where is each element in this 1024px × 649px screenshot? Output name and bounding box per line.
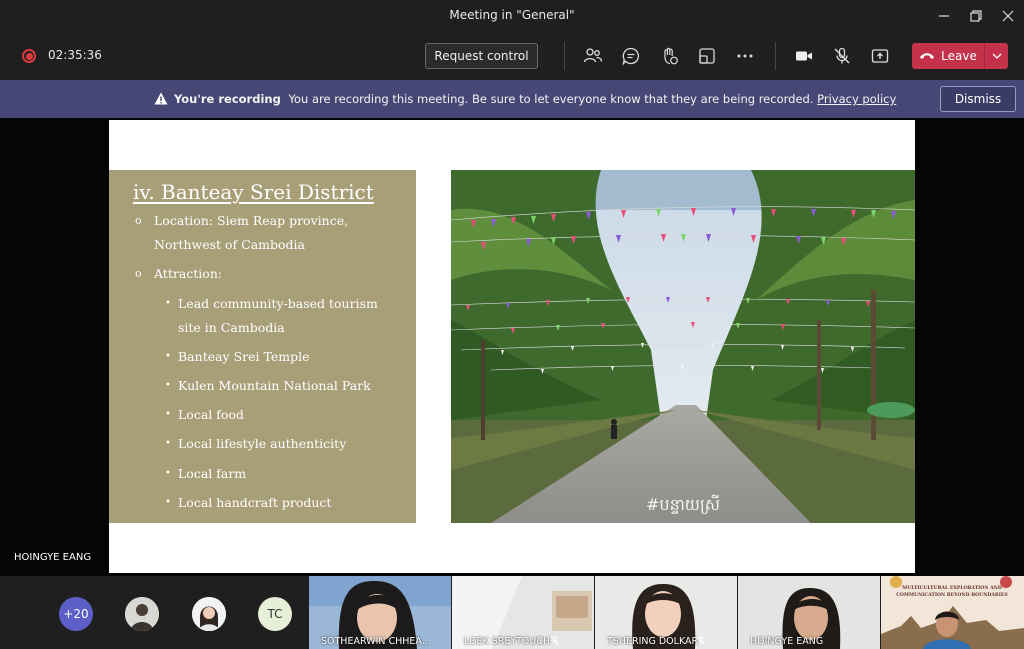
reactions-button[interactable] [657, 44, 681, 68]
participants-button[interactable] [581, 44, 605, 68]
leave-options-dropdown[interactable] [984, 43, 1008, 69]
participant-video-tile[interactable]: LOEK SREYTOUCH [452, 576, 594, 649]
dismiss-button[interactable]: Dismiss [940, 86, 1016, 112]
slide-sub-bullet: • Local food [165, 407, 244, 422]
slide-sub-bullet: • Local handcraft product [165, 495, 332, 510]
leave-meeting-button[interactable]: Leave [912, 43, 1008, 69]
participant-avatar[interactable] [125, 597, 159, 631]
camera-icon [796, 51, 812, 61]
meeting-timer: 02:35:36 [48, 48, 102, 62]
recording-indicator-icon [22, 49, 36, 63]
share-screen-button[interactable] [868, 44, 892, 68]
chat-button[interactable] [619, 44, 643, 68]
microphone-button[interactable] [830, 44, 854, 68]
participant-name: LOEK SREYTOUCH [464, 636, 551, 647]
share-screen-icon [871, 49, 889, 63]
road-photo-illustration: #បន្ទាយស្រី [451, 170, 915, 523]
recording-heading: You're recording [174, 92, 281, 106]
overflow-participants-button[interactable]: +20 [59, 597, 93, 631]
participant-video-icon: MULTICULTURAL EXPLORATION AND COMMUNICAT… [881, 576, 1024, 649]
participant-video-tile-with-background[interactable]: MULTICULTURAL EXPLORATION AND COMMUNICAT… [881, 576, 1024, 649]
slide-sub-bullet: • Kulen Mountain National Park [165, 378, 371, 393]
participant-video-tile[interactable]: TSHERING DOLKAR [595, 576, 737, 649]
presentation-slide: iv. Banteay Srei District o Location: Si… [109, 120, 915, 573]
toolbar-divider [564, 42, 565, 70]
participant-name: SOTHEARWIN CHHEA... [321, 636, 431, 647]
participant-gallery: +20 TC SOTHEARWIN CHHEA... LOEK SREYTOUC… [0, 576, 1024, 649]
participant-name: TSHERING DOLKAR [607, 636, 699, 647]
presenter-name-label: HOINGYE EANG [14, 552, 92, 563]
mic-off-icon [834, 47, 850, 64]
minimize-button[interactable] [932, 5, 956, 27]
slide-photo-road-with-flags: #បន្ទាយស្រី [451, 170, 915, 523]
people-icon [583, 48, 603, 63]
slide-bullet: o Location: Siem Reap province, Northwes… [135, 213, 349, 252]
slide-sub-bullet: • Lead community-based tourism site in C… [165, 296, 378, 335]
privacy-policy-link[interactable]: Privacy policy [817, 92, 896, 106]
photo-hashtag: #បន្ទាយស្រី [646, 494, 720, 514]
participant-name: HOINGYE EANG [750, 636, 824, 647]
recording-text: You are recording this meeting. Be sure … [288, 92, 814, 106]
participant-avatar[interactable] [192, 597, 226, 631]
mic-off-icon [550, 636, 560, 646]
close-button[interactable] [996, 5, 1020, 27]
window-title-bar: Meeting in "General" [0, 0, 1024, 32]
slide-sub-bullet: • Banteay Srei Temple [165, 349, 310, 364]
slide-text-panel: iv. Banteay Srei District o Location: Si… [109, 170, 416, 523]
phone-hangup-icon [920, 53, 935, 59]
raise-hand-icon [664, 47, 678, 65]
camera-button[interactable] [792, 44, 816, 68]
more-icon [737, 54, 753, 58]
shared-content-stage: iv. Banteay Srei District o Location: Si… [0, 118, 1024, 576]
minimize-icon [939, 15, 949, 17]
request-control-button[interactable]: Request control [425, 43, 538, 69]
avatar-photo-icon [125, 597, 159, 631]
toolbar-divider [775, 42, 776, 70]
restore-icon [970, 10, 982, 22]
background-banner-line2: COMMUNICATION BEYOND BOUNDARIES [896, 592, 1008, 598]
window-title: Meeting in "General" [449, 8, 575, 22]
recording-message: You're recording You are recording this … [174, 92, 896, 106]
meeting-toolbar: 02:35:36 Request control Leave [0, 32, 1024, 80]
slide-bullet: o Attraction: [135, 266, 223, 281]
slide-title: iv. Banteay Srei District [133, 180, 374, 204]
restore-button[interactable] [964, 5, 988, 27]
mic-off-icon [696, 636, 706, 646]
participant-video-tile[interactable]: HOINGYE EANG [738, 576, 880, 649]
slide-sub-bullet: • Local farm [165, 466, 247, 481]
participant-video-tile[interactable]: SOTHEARWIN CHHEA... [309, 576, 451, 649]
chat-icon [622, 47, 640, 66]
slide-sub-bullet: • Local lifestyle authenticity [165, 436, 347, 451]
avatar-photo-icon [192, 597, 226, 631]
leave-label: Leave [941, 49, 977, 63]
more-actions-button[interactable] [733, 44, 757, 68]
close-icon [1002, 10, 1014, 22]
warning-icon [154, 92, 168, 105]
breakout-rooms-icon [699, 48, 715, 64]
leave-main[interactable]: Leave [912, 43, 984, 69]
chevron-down-icon [992, 53, 1001, 59]
rooms-button[interactable] [695, 44, 719, 68]
recording-banner: You're recording You are recording this … [0, 80, 1024, 118]
background-banner-line1: MULTICULTURAL EXPLORATION AND [902, 585, 1002, 591]
participant-initials-avatar[interactable]: TC [258, 597, 292, 631]
